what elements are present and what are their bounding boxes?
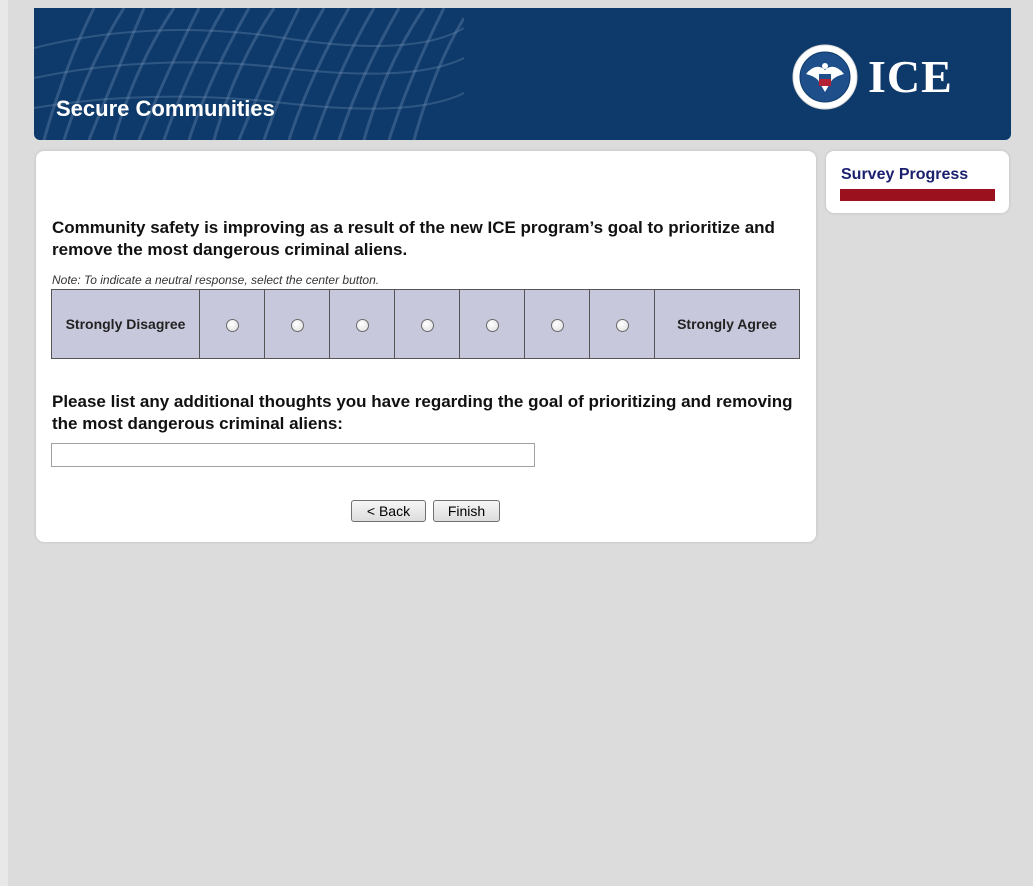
- scale-left-label: Strongly Disagree: [51, 289, 200, 359]
- progress-title: Survey Progress: [841, 166, 969, 183]
- scale-option-3[interactable]: [329, 289, 395, 359]
- additional-thoughts-input[interactable]: [51, 443, 535, 467]
- dhs-seal-icon: [792, 44, 858, 110]
- scale-option-1[interactable]: [199, 289, 265, 359]
- back-button[interactable]: < Back: [351, 500, 426, 522]
- scale-option-4[interactable]: [394, 289, 460, 359]
- radio-button[interactable]: [290, 318, 304, 332]
- radio-button[interactable]: [550, 318, 564, 332]
- radio-button[interactable]: [225, 318, 239, 332]
- radio-button[interactable]: [615, 318, 629, 332]
- scale-right-label: Strongly Agree: [654, 289, 800, 359]
- scale-option-2[interactable]: [264, 289, 330, 359]
- window-edge: [0, 0, 8, 886]
- survey-progress-panel: Survey Progress: [826, 151, 1009, 213]
- agency-logo-text: ICE: [868, 51, 953, 102]
- radio-button[interactable]: [420, 318, 434, 332]
- radio-button[interactable]: [485, 318, 499, 332]
- scale-option-5[interactable]: [459, 289, 525, 359]
- finish-button[interactable]: Finish: [433, 500, 500, 522]
- scale-option-6[interactable]: [524, 289, 590, 359]
- followup-question: Please list any additional thoughts you …: [52, 392, 793, 433]
- neutral-note: Note: To indicate a neutral response, se…: [52, 273, 380, 287]
- survey-card: Community safety is improving as a resul…: [36, 151, 816, 542]
- progress-bar: [840, 189, 995, 201]
- progress-bar-fill: [840, 189, 995, 201]
- radio-button[interactable]: [355, 318, 369, 332]
- survey-question: Community safety is improving as a resul…: [52, 218, 775, 259]
- scale-option-7[interactable]: [589, 289, 655, 359]
- header-banner: Secure Communities ICE: [34, 8, 1011, 140]
- site-title: Secure Communities: [56, 96, 275, 121]
- likert-scale: Strongly Disagree Strongly Agree: [51, 289, 800, 359]
